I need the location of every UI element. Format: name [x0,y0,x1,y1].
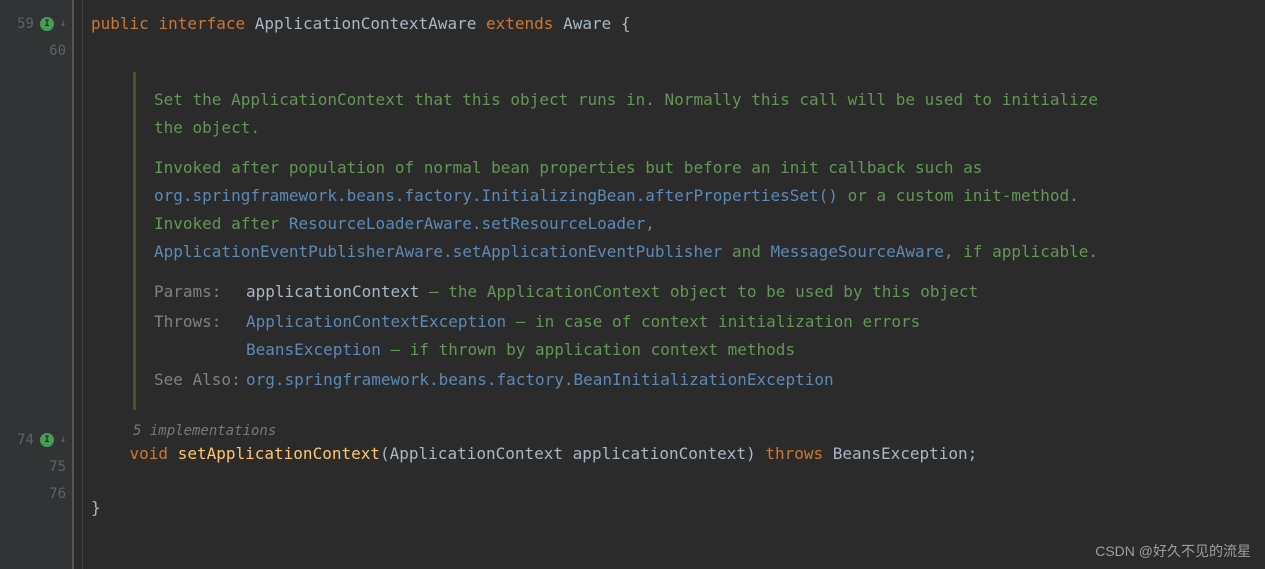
param-name: applicationContext [246,282,419,301]
keyword-public: public [91,14,149,33]
line-number: 75 [49,459,66,475]
arrow-down-icon: ↓ [60,18,66,29]
gutter-row-75[interactable]: 75 [0,453,72,480]
gutter: 59 ↓ 60 74 ↓ 75 76 [0,0,72,569]
throws-link[interactable]: ApplicationContextException [246,312,506,331]
throws-type: BeansException [833,444,968,463]
throws-desc: – in case of context initialization erro… [506,312,920,331]
keyword-throws: throws [765,444,823,463]
javadoc-tags: Params: applicationContext – the Applica… [154,278,1135,394]
param-name: applicationContext [573,444,746,463]
throws-label: Throws: [154,308,246,364]
brace-open: { [621,14,631,33]
code-area[interactable]: public interface ApplicationContextAware… [83,0,1265,569]
javadoc-throws: Throws: ApplicationContextException – in… [154,308,1135,364]
code-line-59[interactable]: public interface ApplicationContextAware… [91,10,1255,37]
seealso-label: See Also: [154,366,246,394]
code-line-60[interactable] [91,37,1255,64]
throws-link[interactable]: BeansException [246,340,381,359]
line-number: 76 [49,486,66,502]
line-number: 74 [17,432,34,448]
param-type: ApplicationContext [390,444,563,463]
line-number: 59 [17,16,34,32]
brace-close: } [91,498,101,517]
javadoc-link[interactable]: ResourceLoaderAware.setResourceLoader [289,214,645,233]
javadoc-params: Params: applicationContext – the Applica… [154,278,1135,306]
method-name: setApplicationContext [178,444,380,463]
params-label: Params: [154,278,246,306]
arrow-down-icon: ↓ [60,434,66,445]
code-line-74[interactable]: void setApplicationContext(ApplicationCo… [91,440,1255,467]
throws-desc: – if thrown by application context metho… [381,340,795,359]
type-name: ApplicationContextAware [255,14,477,33]
keyword-void: void [130,444,169,463]
javadoc-detail: Invoked after population of normal bean … [154,154,1135,266]
line-number: 60 [49,43,66,59]
code-line-75[interactable] [91,467,1255,494]
gutter-border [72,0,74,569]
gutter-row-59[interactable]: 59 ↓ [0,10,72,37]
javadoc-link[interactable]: org.springframework.beans.factory.Initia… [154,186,838,205]
keyword-extends: extends [486,14,553,33]
javadoc-seealso: See Also: org.springframework.beans.fact… [154,366,1135,394]
implementations-icon[interactable] [40,433,54,447]
implementations-icon[interactable] [40,17,54,31]
javadoc-link[interactable]: ApplicationEventPublisherAware.setApplic… [154,242,722,261]
javadoc-block: Set the ApplicationContext that this obj… [133,72,1153,410]
inlay-hint[interactable]: 5 implementations [91,418,1255,440]
gutter-row-60[interactable]: 60 [0,37,72,64]
editor: 59 ↓ 60 74 ↓ 75 76 public interface Appl… [0,0,1265,569]
type-parent: Aware [563,14,611,33]
seealso-link[interactable]: org.springframework.beans.factory.BeanIn… [246,370,834,389]
javadoc-link[interactable]: MessageSourceAware [771,242,944,261]
gutter-row-74[interactable]: 74 ↓ [0,426,72,453]
keyword-interface: interface [158,14,245,33]
code-line-76[interactable]: } [91,494,1255,521]
javadoc-summary: Set the ApplicationContext that this obj… [154,86,1135,142]
param-desc: – the ApplicationContext object to be us… [419,282,978,301]
gutter-row-76[interactable]: 76 [0,480,72,507]
watermark: CSDN @好久不见的流星 [1095,541,1251,561]
